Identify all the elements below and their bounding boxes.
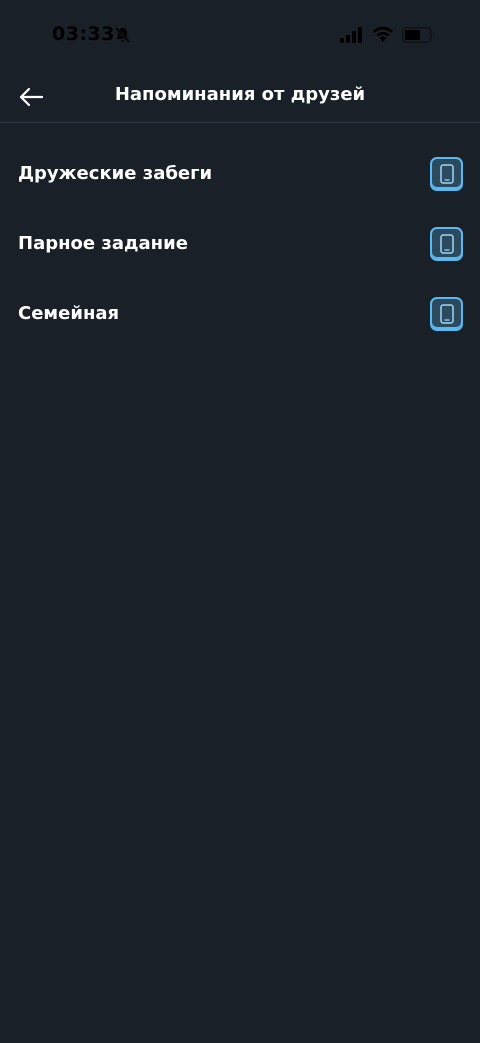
battery-icon xyxy=(402,27,434,43)
list-item-label: Парное задание xyxy=(18,233,188,254)
list-item-label: Дружеские забеги xyxy=(18,163,213,184)
list-item-pair-task[interactable]: Парное задание xyxy=(0,210,480,280)
phone-notification-toggle[interactable] xyxy=(430,227,463,261)
list-item-label: Семейная xyxy=(18,303,120,324)
phone-notification-toggle[interactable] xyxy=(430,157,463,191)
phone-icon xyxy=(439,304,454,324)
phone-icon xyxy=(439,234,454,254)
cellular-signal-icon xyxy=(340,27,362,43)
list-item-family[interactable]: Семейная xyxy=(0,280,480,350)
wifi-icon xyxy=(373,26,393,42)
page-title: Напоминания от друзей xyxy=(114,84,366,105)
list-item-friendly-runs[interactable]: Дружеские забеги xyxy=(0,140,480,210)
phone-notification-toggle[interactable] xyxy=(430,297,463,331)
bell-off-icon xyxy=(114,26,131,44)
phone-icon xyxy=(439,164,454,184)
nav-header: Напоминания от друзей xyxy=(0,70,480,123)
reminder-list: Дружеские забеги Парное задание Семейная xyxy=(0,140,480,350)
status-time: 03:33 xyxy=(52,23,115,45)
status-bar: 03:33 xyxy=(0,0,480,70)
